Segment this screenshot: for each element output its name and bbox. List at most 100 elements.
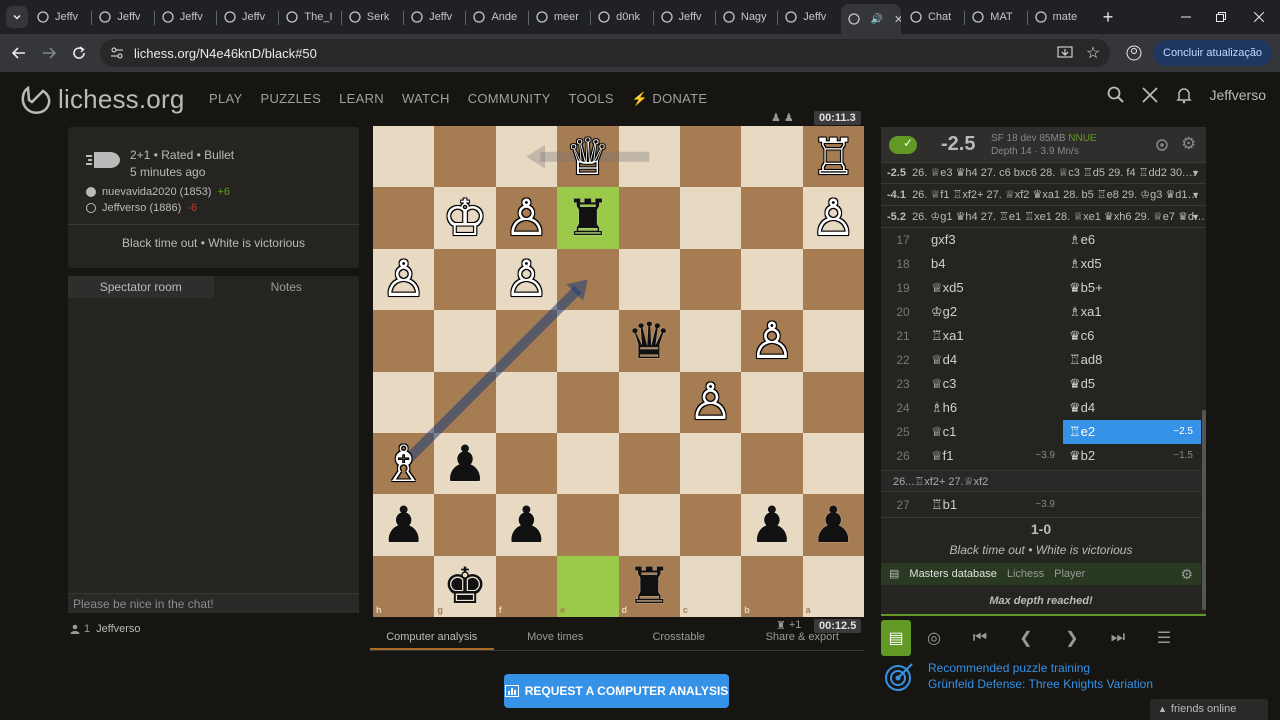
- browser-tab[interactable]: Jeffv: [92, 5, 152, 29]
- explorer-settings-gear-icon[interactable]: ⚙: [1180, 563, 1193, 585]
- black-move[interactable]: ♛d5: [1063, 372, 1201, 396]
- site-logo[interactable]: lichess.org: [18, 82, 184, 116]
- prev-move-button[interactable]: ❮: [1003, 620, 1049, 656]
- pv-line-1[interactable]: -2.5 26. ♕e3 ♛h4 27. c6 bxc6 28. ♕c3 ♖d5…: [881, 163, 1206, 184]
- black-move[interactable]: ♗xa1: [1063, 300, 1201, 324]
- browser-tab[interactable]: Jeffv: [778, 5, 838, 29]
- nav-learn[interactable]: LEARN: [339, 91, 384, 107]
- explorer-player[interactable]: Player: [1054, 563, 1085, 585]
- browser-tab[interactable]: Nagy: [716, 5, 776, 29]
- pv-expand-icon[interactable]: ▼: [1191, 207, 1200, 227]
- chat-input[interactable]: Please be nice in the chat!: [68, 593, 359, 613]
- pv-expand-icon[interactable]: ▼: [1191, 185, 1200, 205]
- puzzle-recommendation[interactable]: Recommended puzzle training Grünfeld Def…: [884, 660, 1153, 692]
- piece-a2[interactable]: ♙: [803, 187, 864, 248]
- practice-button[interactable]: ◎: [911, 620, 957, 656]
- nav-tools[interactable]: TOOLS: [569, 91, 614, 107]
- install-app-icon[interactable]: [1054, 42, 1076, 64]
- piece-h6[interactable]: ♗: [373, 433, 434, 494]
- piece-f2[interactable]: ♙: [496, 187, 557, 248]
- browser-tab[interactable]: Chat: [903, 5, 963, 29]
- close-window-button[interactable]: [1248, 6, 1270, 28]
- browser-tab[interactable]: Jeffv: [30, 5, 90, 29]
- minimize-button[interactable]: [1175, 6, 1197, 28]
- black-move[interactable]: ♖e2 −2.5: [1063, 420, 1201, 444]
- last-move-button[interactable]: ⏭: [1095, 620, 1141, 656]
- white-move[interactable]: ♗h6: [925, 396, 1063, 420]
- variation-line[interactable]: 26...♖xf2+ 27.♕xf2: [881, 470, 1201, 492]
- white-move[interactable]: b4: [925, 252, 1063, 276]
- friends-online-bar[interactable]: ▲ friends online: [1150, 699, 1268, 720]
- request-analysis-button[interactable]: REQUEST A COMPUTER ANALYSIS: [504, 674, 729, 708]
- black-move[interactable]: ♗e6: [1063, 228, 1201, 252]
- site-info-icon[interactable]: [110, 46, 124, 60]
- white-player-name[interactable]: nuevavida2020 (1853): [102, 186, 211, 198]
- white-move[interactable]: ♕c1: [925, 420, 1063, 444]
- engine-settings-gear-icon[interactable]: ⚙: [1181, 134, 1196, 154]
- white-move[interactable]: ♕d4: [925, 348, 1063, 372]
- nav-donate[interactable]: ⚡ DONATE: [632, 91, 708, 107]
- browser-tab[interactable]: Jeffv: [217, 5, 277, 29]
- explorer-lichess[interactable]: Lichess: [1007, 563, 1044, 585]
- piece-g2[interactable]: ♔: [434, 187, 495, 248]
- black-move[interactable]: ♛c6: [1063, 324, 1201, 348]
- piece-g6[interactable]: ♟: [434, 433, 495, 494]
- black-player-name[interactable]: Jeffverso (1886): [102, 202, 181, 214]
- black-move[interactable]: ♛b5+: [1063, 276, 1201, 300]
- piece-h3[interactable]: ♙: [373, 249, 434, 310]
- piece-e1[interactable]: ♕: [557, 126, 618, 187]
- address-bar[interactable]: lichess.org/N4e46knD/black#50: [100, 39, 1110, 67]
- tab-search-icon[interactable]: [6, 6, 28, 28]
- nav-puzzles[interactable]: PUZZLES: [260, 91, 321, 107]
- nav-community[interactable]: COMMUNITY: [468, 91, 551, 107]
- piece-b4[interactable]: ♙: [741, 310, 802, 371]
- next-move-button[interactable]: ❯: [1049, 620, 1095, 656]
- piece-c5[interactable]: ♙: [680, 372, 741, 433]
- browser-tab[interactable]: mate: [1028, 5, 1088, 29]
- browser-tab[interactable]: 🔊 ✕: [840, 4, 901, 34]
- explorer-book-button[interactable]: ▤: [881, 620, 911, 656]
- tab-crosstable[interactable]: Crosstable: [617, 631, 741, 650]
- black-move[interactable]: ♛d4: [1063, 396, 1201, 420]
- white-move[interactable]: ♖xa1: [925, 324, 1063, 348]
- pv-line-2[interactable]: -4.1 26. ♕f1 ♖xf2+ 27. ♕xf2 ♛xa1 28. b5 …: [881, 185, 1206, 206]
- challenge-swords-icon[interactable]: [1141, 86, 1159, 104]
- browser-tab[interactable]: Jeffv: [155, 5, 215, 29]
- piece-f3[interactable]: ♙: [496, 249, 557, 310]
- white-move[interactable]: gxf3: [925, 228, 1063, 252]
- pv-line-3[interactable]: -5.2 26. ♔g1 ♛h4 27. ♖e1 ♖xe1 28. ♕xe1 ♛…: [881, 207, 1206, 228]
- browser-tab[interactable]: The_I: [279, 5, 339, 29]
- notifications-bell-icon[interactable]: [1175, 86, 1193, 104]
- piece-g8[interactable]: ♚: [434, 556, 495, 617]
- tab-computer-analysis[interactable]: Computer analysis: [370, 631, 494, 650]
- speaker-icon[interactable]: 🔊: [871, 14, 883, 25]
- explorer-masters[interactable]: Masters database: [909, 563, 996, 585]
- browser-tab[interactable]: meer: [529, 5, 589, 29]
- piece-d8[interactable]: ♜: [619, 556, 680, 617]
- new-tab-button[interactable]: +: [1097, 6, 1119, 28]
- close-tab-icon[interactable]: ✕: [894, 13, 901, 26]
- piece-a1[interactable]: ♖: [803, 126, 864, 187]
- reload-icon[interactable]: [68, 42, 90, 64]
- piece-a7[interactable]: ♟: [803, 494, 864, 555]
- piece-e2[interactable]: ♜: [557, 187, 618, 248]
- back-icon[interactable]: [8, 42, 30, 64]
- profile-icon[interactable]: [1123, 42, 1145, 64]
- piece-d4[interactable]: ♛: [619, 310, 680, 371]
- crosshair-icon[interactable]: [1155, 138, 1169, 152]
- piece-h7[interactable]: ♟: [373, 494, 434, 555]
- tab-notes[interactable]: Notes: [214, 276, 360, 298]
- tab-move-times[interactable]: Move times: [494, 631, 618, 650]
- viewer-name[interactable]: Jeffverso: [96, 623, 140, 635]
- tab-share-export[interactable]: Share & export: [741, 631, 865, 650]
- piece-f7[interactable]: ♟: [496, 494, 557, 555]
- menu-button[interactable]: ☰: [1141, 620, 1187, 656]
- first-move-button[interactable]: ⏮: [957, 620, 1003, 656]
- white-move[interactable]: ♕c3: [925, 372, 1063, 396]
- white-move[interactable]: ♔g2: [925, 300, 1063, 324]
- white-move[interactable]: ♕xd5: [925, 276, 1063, 300]
- black-move[interactable]: ♛b2 −1.5: [1063, 444, 1201, 468]
- restore-button[interactable]: [1210, 6, 1232, 28]
- black-move[interactable]: ♖ad8: [1063, 348, 1201, 372]
- browser-tab[interactable]: MAT: [965, 5, 1025, 29]
